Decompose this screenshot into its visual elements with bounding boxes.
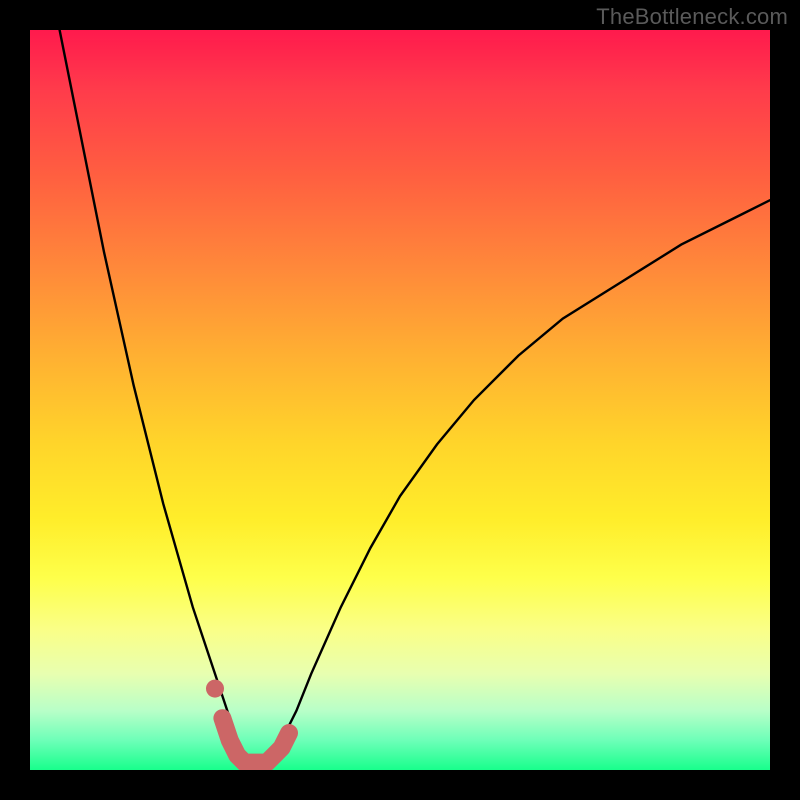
optimal-band-dot-icon [206,680,224,698]
watermark-text: TheBottleneck.com [596,4,788,30]
chart-plot-area [30,30,770,770]
optimal-band-path [222,718,289,762]
bottleneck-curve-path [60,30,770,763]
bottleneck-chart-svg [30,30,770,770]
